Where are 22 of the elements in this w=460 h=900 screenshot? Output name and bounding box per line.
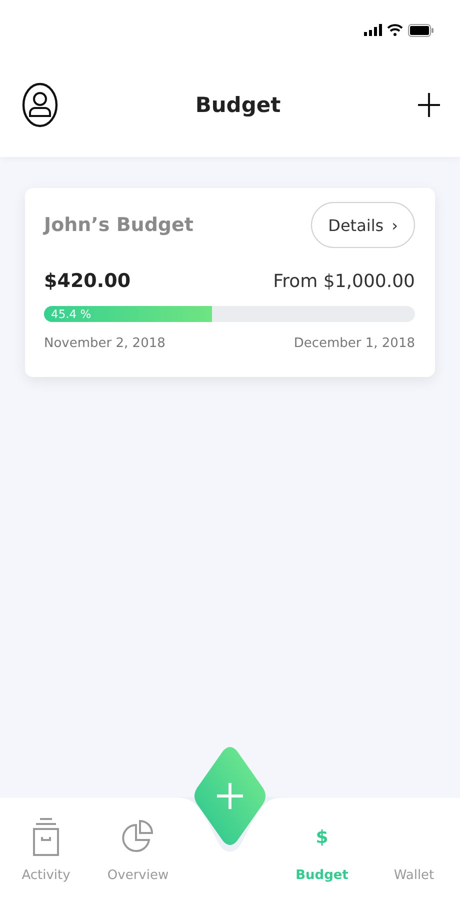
user-icon bbox=[22, 82, 58, 128]
chevron-icon: › bbox=[392, 216, 398, 234]
page-title: Budget bbox=[195, 92, 281, 116]
archive-box-icon bbox=[32, 817, 60, 857]
signal-icon bbox=[364, 24, 382, 36]
progress-percent: 45.4 % bbox=[51, 307, 92, 321]
details-button[interactable]: Details › bbox=[311, 202, 415, 248]
tab-item[interactable]: Overview bbox=[92, 798, 184, 900]
plus-icon bbox=[418, 92, 440, 116]
tab-item[interactable]: $ Budget bbox=[276, 798, 368, 900]
profile-button[interactable] bbox=[22, 82, 58, 128]
spent-amount: $420.00 bbox=[44, 270, 131, 292]
end-date: December 1, 2018 bbox=[294, 336, 415, 351]
start-date: November 2, 2018 bbox=[44, 336, 166, 351]
budget-name: John’s Budget bbox=[44, 214, 194, 236]
wifi-icon bbox=[387, 24, 403, 36]
dollar-icon: $ bbox=[316, 826, 328, 848]
tab-item[interactable]: Activity bbox=[0, 798, 92, 900]
battery-icon bbox=[408, 24, 434, 36]
add-button[interactable] bbox=[418, 92, 440, 116]
tab-item[interactable]: Wallet bbox=[368, 798, 460, 900]
total-amount: From $1,000.00 bbox=[273, 270, 415, 292]
